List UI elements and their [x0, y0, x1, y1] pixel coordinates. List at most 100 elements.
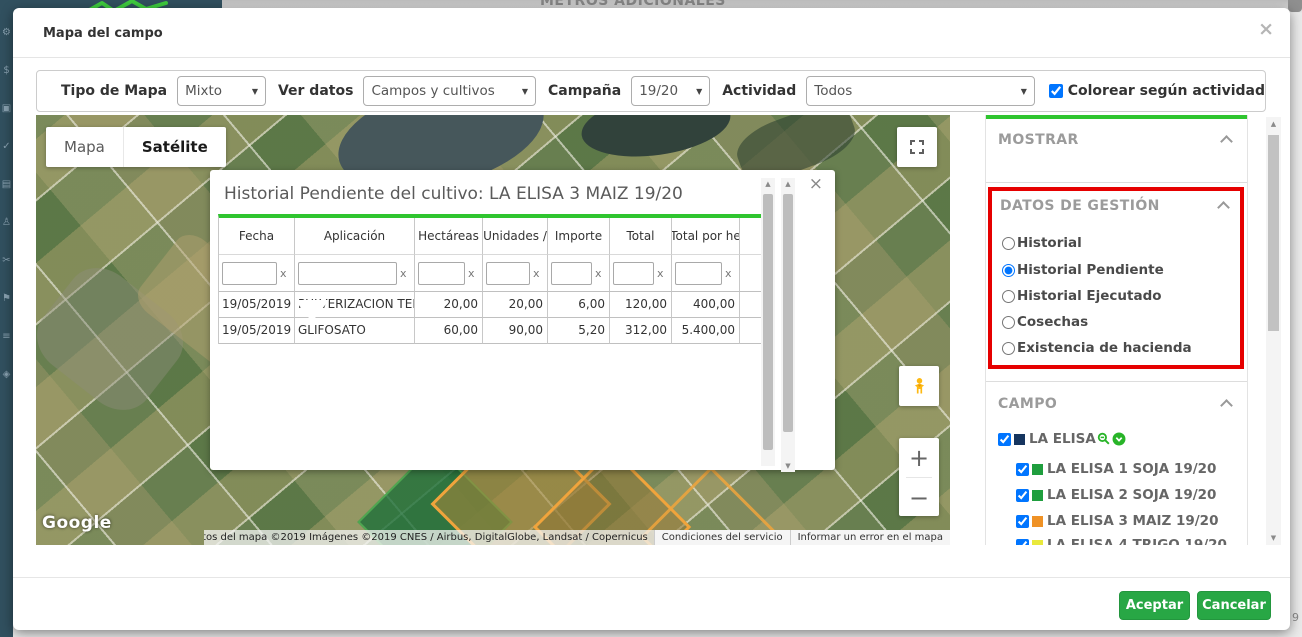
popup-scrollbar[interactable]: ▲ ▼	[781, 178, 795, 472]
radio-button[interactable]	[1002, 315, 1015, 329]
map-type-control: Mapa Satélite	[46, 127, 226, 167]
campo-checkbox[interactable]	[1016, 538, 1029, 545]
satellite-view-button[interactable]: Satélite	[124, 127, 226, 167]
map-type-value: Mixto	[185, 83, 223, 99]
chevron-down-icon: ▼	[696, 86, 703, 96]
filter-input-hectareas[interactable]	[418, 261, 465, 285]
fullscreen-icon	[910, 140, 924, 154]
filter-clear-icon[interactable]: x	[595, 267, 602, 280]
campo-tree-item[interactable]: LA ELISA 2 SOJA 19/20	[1016, 487, 1216, 503]
campo-checkbox[interactable]	[1016, 462, 1029, 476]
collapse-chevron-icon[interactable]	[1217, 201, 1230, 214]
table-scrollbar[interactable]: ▲	[761, 178, 775, 466]
nav-glyph-icon: ⚙	[2, 27, 11, 38]
radio-button[interactable]	[1002, 236, 1015, 250]
filter-clear-icon[interactable]: x	[280, 267, 287, 280]
nav-glyph-icon: ▣	[1, 103, 12, 114]
cell-importe: 6,00	[548, 292, 610, 318]
filter-input-aplicacion[interactable]	[298, 261, 397, 285]
cancel-button[interactable]: Cancelar	[1197, 591, 1271, 620]
scrollbar-thumb[interactable]	[763, 194, 773, 450]
zoom-to-field-icon[interactable]	[1097, 432, 1111, 446]
crop-color-swatch	[1032, 539, 1043, 545]
field-color-swatch	[1014, 433, 1025, 445]
filter-clear-icon[interactable]: x	[533, 267, 540, 280]
column-header[interactable]: Importe	[548, 218, 610, 255]
cell-importe: 5,20	[548, 318, 610, 344]
season-select[interactable]: 19/20 ▼	[631, 76, 711, 106]
radio-label: Existencia de hacienda	[1017, 340, 1192, 356]
fullscreen-button[interactable]	[897, 127, 937, 167]
activity-select[interactable]: Todos ▼	[806, 76, 1035, 106]
scroll-down-icon[interactable]: ▼	[1266, 534, 1281, 542]
collapse-chevron-icon[interactable]	[1220, 399, 1233, 412]
column-header[interactable]: Hectáreas	[415, 218, 483, 255]
dialog-close-icon[interactable]: ×	[1258, 18, 1274, 40]
campo-checkbox[interactable]	[998, 432, 1011, 446]
scrollbar-thumb[interactable]	[783, 194, 793, 432]
nav-glyph-icon: ◈	[2, 369, 11, 380]
campo-label: LA ELISA 4 TRIGO 19/20	[1047, 537, 1227, 545]
collapse-chevron-icon[interactable]	[1220, 135, 1233, 148]
zoom-out-button[interactable]: −	[899, 478, 939, 517]
campo-checkbox[interactable]	[1016, 488, 1029, 502]
map-attribution-bar: Datos del mapa ©2019 Imágenes ©2019 CNES…	[204, 530, 950, 545]
scrollbar-thumb[interactable]	[1268, 135, 1279, 331]
cell-empty	[740, 292, 763, 318]
cell-hectareas: 60,00	[415, 318, 483, 344]
filter-clear-icon[interactable]: x	[657, 267, 664, 280]
radio-existencia-hacienda[interactable]: Existencia de hacienda	[1002, 340, 1192, 356]
column-header[interactable]: Total	[610, 218, 672, 255]
view-data-select[interactable]: Campos y cultivos ▼	[363, 76, 536, 106]
filter-clear-icon[interactable]: x	[400, 267, 407, 280]
radio-historial-ejecutado[interactable]: Historial Ejecutado	[1002, 288, 1162, 304]
campo-tree-item[interactable]: LA ELISA 3 MAIZ 19/20	[1016, 513, 1218, 529]
filter-input-importe[interactable]	[551, 261, 592, 285]
campo-tree-item[interactable]: LA ELISA 1 SOJA 19/20	[1016, 461, 1216, 477]
radio-historial[interactable]: Historial	[1002, 235, 1082, 251]
radio-button[interactable]	[1002, 263, 1015, 277]
campo-tree-item[interactable]: LA ELISA 4 TRIGO 19/20	[1016, 537, 1227, 545]
infowindow-tail	[295, 300, 329, 322]
filter-input-fecha[interactable]	[222, 261, 277, 285]
filter-clear-icon[interactable]: x	[725, 267, 732, 280]
radio-historial-pendiente[interactable]: Historial Pendiente	[1002, 262, 1164, 278]
map-options-toolbar: Tipo de Mapa Mixto ▼ Ver datos Campos y …	[36, 70, 1266, 112]
map-type-select[interactable]: Mixto ▼	[177, 76, 266, 106]
filter-input-unidades[interactable]	[486, 261, 530, 285]
colorize-activity-checkbox[interactable]	[1048, 84, 1063, 98]
scroll-up-icon[interactable]: ▲	[1266, 120, 1281, 128]
view-data-value: Campos y cultivos	[371, 83, 495, 99]
column-header[interactable]: Unidades /	[483, 218, 548, 255]
expand-circle-icon[interactable]	[1112, 432, 1126, 446]
campo-checkbox[interactable]	[1016, 514, 1029, 528]
filter-cell-empty	[740, 255, 763, 292]
column-header-empty	[740, 218, 763, 255]
campo-tree-parent[interactable]: LA ELISA	[998, 431, 1126, 447]
street-view-pegman-button[interactable]	[899, 366, 939, 406]
scroll-up-icon[interactable]: ▲	[781, 180, 795, 188]
map-attribution-text: Datos del mapa ©2019 Imágenes ©2019 CNES…	[204, 530, 654, 545]
radio-cosechas[interactable]: Cosechas	[1002, 314, 1088, 330]
filter-input-total-ha[interactable]	[675, 261, 722, 285]
sidebar-scrollbar[interactable]: ▲ ▼	[1266, 117, 1281, 545]
map-view-button[interactable]: Mapa	[46, 127, 124, 167]
infowindow-close-icon[interactable]: ×	[809, 174, 823, 194]
terms-of-service-link[interactable]: Condiciones del servicio	[653, 530, 790, 545]
column-header[interactable]: Aplicación	[295, 218, 415, 255]
report-map-error-link[interactable]: Informar un error en el mapa	[789, 530, 950, 545]
filter-input-total[interactable]	[613, 261, 654, 285]
scroll-up-icon[interactable]: ▲	[761, 180, 775, 188]
radio-label: Historial Pendiente	[1017, 262, 1164, 278]
chevron-down-icon: ▼	[521, 86, 528, 96]
radio-button[interactable]	[1002, 289, 1015, 303]
zoom-in-button[interactable]: +	[899, 438, 939, 477]
filter-clear-icon[interactable]: x	[468, 267, 475, 280]
map-type-label: Tipo de Mapa	[61, 83, 168, 99]
radio-button[interactable]	[1002, 341, 1015, 355]
scroll-down-icon[interactable]: ▼	[781, 462, 795, 470]
column-header[interactable]: Fecha	[219, 218, 295, 255]
season-value: 19/20	[639, 83, 679, 99]
accept-button[interactable]: Aceptar	[1119, 591, 1190, 620]
column-header[interactable]: Total por he	[672, 218, 740, 255]
